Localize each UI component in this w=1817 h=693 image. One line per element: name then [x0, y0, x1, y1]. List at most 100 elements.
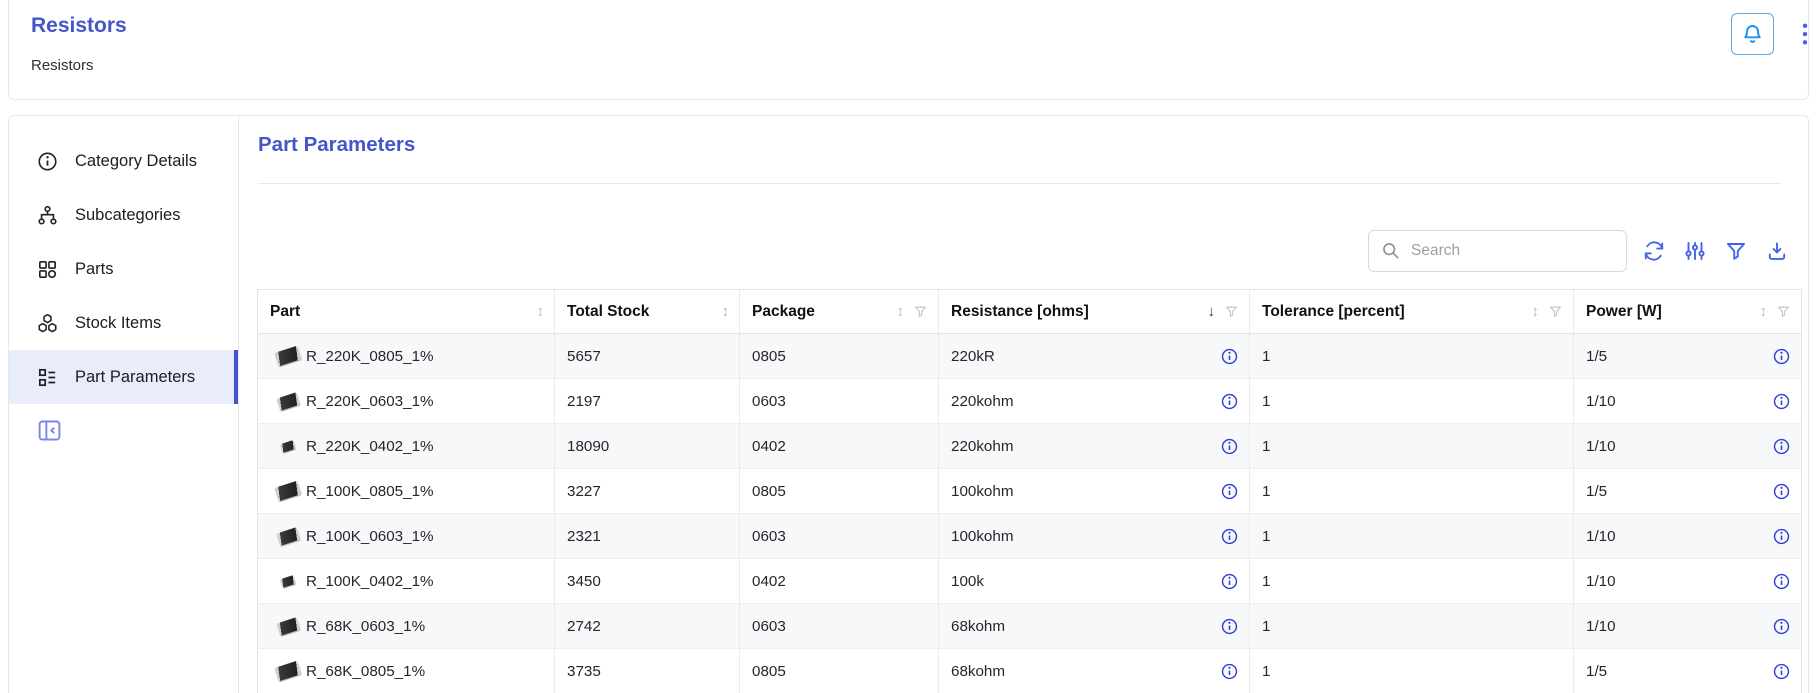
sort-icon[interactable]: ↕: [897, 303, 905, 320]
cell-part: R_68K_0805_1%: [258, 649, 555, 693]
sort-icon[interactable]: ↕: [1760, 303, 1768, 320]
sidebar-item-label: Subcategories: [75, 206, 181, 225]
part-name: R_68K_0805_1%: [306, 663, 425, 680]
table-toolbar: [1642, 230, 1789, 272]
sidebar-item-parts[interactable]: Parts: [9, 242, 238, 296]
info-icon[interactable]: [1772, 527, 1791, 546]
info-icon[interactable]: [1772, 392, 1791, 411]
cell-tolerance: 1: [1250, 469, 1574, 513]
column-header-part[interactable]: Part↕: [258, 290, 555, 333]
resistance-value: 220kohm: [951, 438, 1013, 455]
resistor-chip-image: [276, 527, 300, 546]
info-icon[interactable]: [1220, 572, 1239, 591]
tolerance-value: 1: [1262, 438, 1270, 455]
sort-icon[interactable]: ↕: [1532, 303, 1540, 320]
column-header-resistance-ohms[interactable]: Resistance [ohms]↓: [939, 290, 1250, 333]
cell-part: R_220K_0603_1%: [258, 379, 555, 423]
sort-descending-icon[interactable]: ↓: [1208, 303, 1216, 320]
column-filter-icon[interactable]: [1224, 304, 1239, 319]
resistance-value: 220kR: [951, 348, 995, 365]
sidebar-item-subcategories[interactable]: Subcategories: [9, 188, 238, 242]
cell-package: 0603: [740, 514, 939, 558]
info-icon[interactable]: [1220, 392, 1239, 411]
sidebar-item-stock-items[interactable]: Stock Items: [9, 296, 238, 350]
info-icon[interactable]: [1772, 482, 1791, 501]
column-header-label: Part: [270, 303, 537, 321]
table-row[interactable]: R_68K_0805_1%3735080568kohm11/5: [258, 649, 1801, 693]
info-icon[interactable]: [1772, 662, 1791, 681]
info-icon[interactable]: [1220, 527, 1239, 546]
table-row[interactable]: R_220K_0805_1%56570805220kR11/5: [258, 334, 1801, 379]
refresh-icon[interactable]: [1642, 239, 1666, 263]
sidebar: Category Details Subcategories PartsStock …: [9, 116, 239, 693]
part-name: R_220K_0805_1%: [306, 348, 434, 365]
sort-icon[interactable]: ↕: [722, 303, 730, 320]
cell-tolerance: 1: [1250, 649, 1574, 693]
column-header-icons: ↕: [1760, 303, 1792, 320]
tolerance-value: 1: [1262, 528, 1270, 545]
page-title: Resistors: [31, 14, 127, 38]
info-icon[interactable]: [1220, 437, 1239, 456]
part-thumbnail: [270, 530, 306, 543]
info-icon[interactable]: [1772, 437, 1791, 456]
info-icon[interactable]: [1772, 347, 1791, 366]
kebab-menu-icon[interactable]: [1792, 18, 1817, 52]
filter-icon[interactable]: [1724, 239, 1748, 263]
stock-cubes-icon: [36, 312, 59, 335]
column-header-label: Total Stock: [567, 303, 722, 321]
cell-power: 1/5: [1574, 469, 1801, 513]
table-row[interactable]: R_100K_0402_1%34500402100k11/10: [258, 559, 1801, 604]
column-settings-icon[interactable]: [1683, 239, 1707, 263]
table-row[interactable]: R_100K_0603_1%23210603100kohm11/10: [258, 514, 1801, 559]
resistance-value: 100kohm: [951, 483, 1013, 500]
column-header-total-stock[interactable]: Total Stock↕: [555, 290, 740, 333]
column-header-icons: ↕: [537, 303, 545, 320]
cell-tolerance: 1: [1250, 604, 1574, 648]
column-header-icons: ↕: [897, 303, 929, 320]
download-icon[interactable]: [1765, 239, 1789, 263]
cell-total-stock: 3735: [555, 649, 740, 693]
table-row[interactable]: R_68K_0603_1%2742060368kohm11/10: [258, 604, 1801, 649]
cell-total-stock: 18090: [555, 424, 740, 468]
notifications-button[interactable]: [1731, 13, 1774, 55]
cell-total-stock-value: 2321: [567, 528, 601, 545]
collapse-sidebar-icon[interactable]: [36, 417, 238, 444]
column-header-tolerance-percent[interactable]: Tolerance [percent]↕: [1250, 290, 1574, 333]
column-header-package[interactable]: Package↕: [740, 290, 939, 333]
sidebar-item-part-parameters[interactable]: Part Parameters: [9, 350, 238, 404]
power-value: 1/10: [1586, 393, 1616, 410]
resistor-chip-image: [280, 575, 296, 588]
info-icon[interactable]: [1220, 617, 1239, 636]
info-icon[interactable]: [1220, 482, 1239, 501]
column-header-icons: ↕: [722, 303, 730, 320]
column-header-label: Power [W]: [1586, 303, 1760, 321]
part-thumbnail: [270, 577, 306, 586]
column-filter-icon[interactable]: [1776, 304, 1791, 319]
info-icon[interactable]: [1220, 662, 1239, 681]
tolerance-value: 1: [1262, 573, 1270, 590]
search-input[interactable]: [1368, 230, 1627, 272]
sidebar-item-category-details[interactable]: Category Details: [9, 134, 238, 188]
table-row[interactable]: R_220K_0402_1%180900402220kohm11/10: [258, 424, 1801, 469]
cell-package: 0805: [740, 649, 939, 693]
column-filter-icon[interactable]: [1548, 304, 1563, 319]
cell-tolerance: 1: [1250, 559, 1574, 603]
power-value: 1/10: [1586, 528, 1616, 545]
table-header-row: Part↕Total Stock↕Package↕Resistance [ohm…: [258, 290, 1801, 334]
resistor-chip-image: [274, 346, 301, 367]
sort-icon[interactable]: ↕: [537, 303, 545, 320]
info-icon[interactable]: [1772, 617, 1791, 636]
power-value: 1/10: [1586, 573, 1616, 590]
table-row[interactable]: R_220K_0603_1%21970603220kohm11/10: [258, 379, 1801, 424]
column-filter-icon[interactable]: [913, 304, 928, 319]
info-icon[interactable]: [1220, 347, 1239, 366]
cell-package-value: 0402: [752, 438, 786, 455]
column-header-power-w[interactable]: Power [W]↕: [1574, 290, 1801, 333]
cell-total-stock: 3450: [555, 559, 740, 603]
cell-part: R_220K_0402_1%: [258, 424, 555, 468]
table-row[interactable]: R_100K_0805_1%32270805100kohm11/5: [258, 469, 1801, 514]
part-thumbnail: [270, 395, 306, 408]
info-icon[interactable]: [1772, 572, 1791, 591]
cell-resistance: 68kohm: [939, 649, 1250, 693]
resistor-chip-image: [280, 440, 296, 453]
